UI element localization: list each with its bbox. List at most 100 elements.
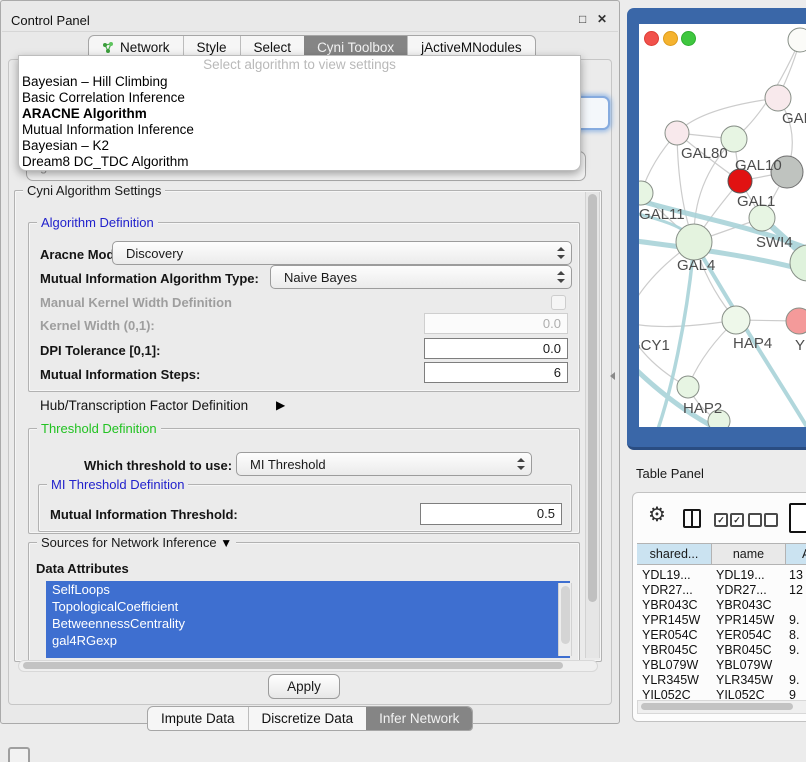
mi-steps-field[interactable]: 6 [424, 362, 568, 383]
table-cell[interactable]: YBR043C [716, 598, 784, 613]
manual-kernel-checkbox[interactable] [551, 295, 566, 310]
tab-select-label: Select [254, 40, 292, 55]
select-all-checkbox-icon[interactable]: ✓ [714, 513, 728, 527]
sources-group-title: Sources for Network Inference ▼ [37, 535, 236, 550]
gear-icon[interactable]: ⚙ [648, 505, 666, 525]
tab-impute-data[interactable]: Impute Data [148, 707, 248, 730]
mi-threshold-field[interactable]: 0.5 [420, 503, 562, 525]
table-cell[interactable]: YPR145W [716, 613, 784, 628]
dpi-tolerance-field[interactable]: 0.0 [424, 338, 568, 359]
settings-vertical-scrollbar[interactable] [585, 192, 600, 658]
which-threshold-combo[interactable]: MI Threshold [236, 452, 532, 476]
aracne-mode-combo[interactable]: Discovery [112, 241, 572, 265]
tab-network-label: Network [120, 40, 170, 55]
attribute-item[interactable]: SelfLoops [46, 581, 570, 598]
table-cell[interactable]: 13 [789, 568, 806, 583]
node-label: GAL [782, 110, 806, 127]
table-cell[interactable]: YDR27... [642, 583, 710, 598]
dropdown-item[interactable]: Mutual Information Inference [19, 122, 580, 138]
float-window-icon[interactable]: □ [579, 12, 586, 26]
table-cell[interactable]: 12 [789, 583, 806, 598]
columns-icon[interactable] [683, 509, 701, 528]
deselect-checkbox-icon[interactable] [764, 513, 778, 527]
table-horizontal-scrollbar-thumb[interactable] [641, 703, 793, 710]
table-cell[interactable]: YBL079W [642, 658, 710, 673]
mi-steps-label: Mutual Information Steps: [40, 367, 200, 382]
attribute-item[interactable]: gal4RGexp [46, 632, 570, 649]
attribute-item[interactable]: BetweennessCentrality [46, 615, 570, 632]
table-horizontal-scrollbar[interactable] [637, 700, 806, 714]
highlighted-edge-group [639, 192, 806, 427]
mac-zoom-button[interactable] [681, 31, 696, 46]
network-canvas[interactable]: GAL GAL80 GAL10 GAL1 GAL11 SWI4 GAL4 GCY… [639, 24, 806, 427]
table-cell[interactable]: YBR045C [642, 643, 710, 658]
node-hap4[interactable] [722, 306, 750, 334]
node-label: GAL11 [639, 206, 685, 223]
table-cell[interactable]: YDR27... [716, 583, 784, 598]
table-cell[interactable]: YBR043C [642, 598, 710, 613]
hub-definition-label[interactable]: Hub/Transcription Factor Definition [40, 398, 248, 413]
table-cell[interactable]: YLR345W [642, 673, 710, 688]
dropdown-item[interactable]: Dream8 DC_TDC Algorithm [19, 154, 580, 170]
table-cell[interactable]: YBR045C [716, 643, 784, 658]
sources-title-text: Sources for Network Inference [41, 535, 217, 550]
settings-vertical-scrollbar-thumb[interactable] [588, 194, 597, 602]
table-cell[interactable]: YPR145W [642, 613, 710, 628]
node-label: GAL10 [735, 157, 782, 174]
attribute-list-scrollbar[interactable] [558, 583, 572, 656]
new-table-icon[interactable] [789, 503, 806, 533]
settings-horizontal-scrollbar[interactable] [18, 660, 598, 672]
table-cell[interactable]: 9. [789, 673, 806, 688]
table-cell[interactable]: 9. [789, 613, 806, 628]
select-all-checkbox-icon[interactable]: ✓ [730, 513, 744, 527]
mac-close-button[interactable] [644, 31, 659, 46]
apply-button[interactable]: Apply [268, 674, 340, 699]
column-header-partial[interactable]: A [786, 543, 806, 565]
node-label: SWI4 [756, 234, 793, 251]
node-label: GAL1 [737, 193, 775, 210]
minimized-panel-icon[interactable] [8, 747, 30, 762]
settings-horizontal-scrollbar-thumb[interactable] [23, 662, 563, 669]
close-window-icon[interactable]: ✕ [597, 12, 607, 26]
which-threshold-value: MI Threshold [250, 457, 326, 472]
mac-minimize-button[interactable] [663, 31, 678, 46]
tab-discretize-data-label: Discretize Data [262, 711, 354, 726]
attribute-item[interactable]: TopologicalCoefficient [46, 598, 570, 615]
column-header-name[interactable]: name [712, 543, 786, 565]
node-gal4[interactable] [676, 224, 712, 260]
table-cell[interactable]: YLR345W [716, 673, 784, 688]
node-label: GAL4 [677, 257, 715, 274]
table-cell[interactable]: YBL079W [716, 658, 784, 673]
dropdown-item-selected[interactable]: ARACNE Algorithm [19, 106, 580, 122]
attribute-list-scrollbar-thumb[interactable] [561, 586, 570, 644]
table-cell[interactable]: YDL19... [716, 568, 784, 583]
node[interactable] [788, 28, 806, 52]
node-gal[interactable] [765, 85, 791, 111]
node-salmon[interactable] [786, 308, 806, 334]
table-cell[interactable]: 8. [789, 628, 806, 643]
dropdown-item[interactable]: Basic Correlation Inference [19, 90, 580, 106]
tab-discretize-data[interactable]: Discretize Data [248, 707, 367, 730]
table-cell[interactable]: YER054C [716, 628, 784, 643]
table-cell[interactable] [789, 658, 806, 673]
table-cell[interactable] [789, 598, 806, 613]
table-cell[interactable]: YDL19... [642, 568, 710, 583]
collapse-down-icon[interactable]: ▼ [220, 536, 232, 550]
tab-infer-network[interactable]: Infer Network [366, 707, 472, 730]
mi-algorithm-type-combo[interactable]: Naive Bayes [270, 265, 572, 289]
kernel-width-field[interactable]: 0.0 [424, 313, 568, 334]
mi-threshold-group-title: MI Threshold Definition [47, 477, 188, 492]
column-header-shared[interactable]: shared... [637, 543, 712, 565]
node-hap2[interactable] [677, 376, 699, 398]
columns-icon-divider [691, 511, 693, 526]
table-cell[interactable]: 9. [789, 643, 806, 658]
table-cell[interactable]: YER054C [642, 628, 710, 643]
edge[interactable] [639, 320, 736, 327]
panel-resize-handle-icon[interactable] [610, 372, 615, 380]
node-label: Y [795, 337, 805, 354]
dropdown-item[interactable]: Bayesian – K2 [19, 138, 580, 154]
deselect-checkbox-icon[interactable] [748, 513, 762, 527]
node-gal80[interactable] [665, 121, 689, 145]
dropdown-item[interactable]: Bayesian – Hill Climbing [19, 74, 580, 90]
expand-right-icon[interactable]: ▶ [276, 398, 285, 412]
